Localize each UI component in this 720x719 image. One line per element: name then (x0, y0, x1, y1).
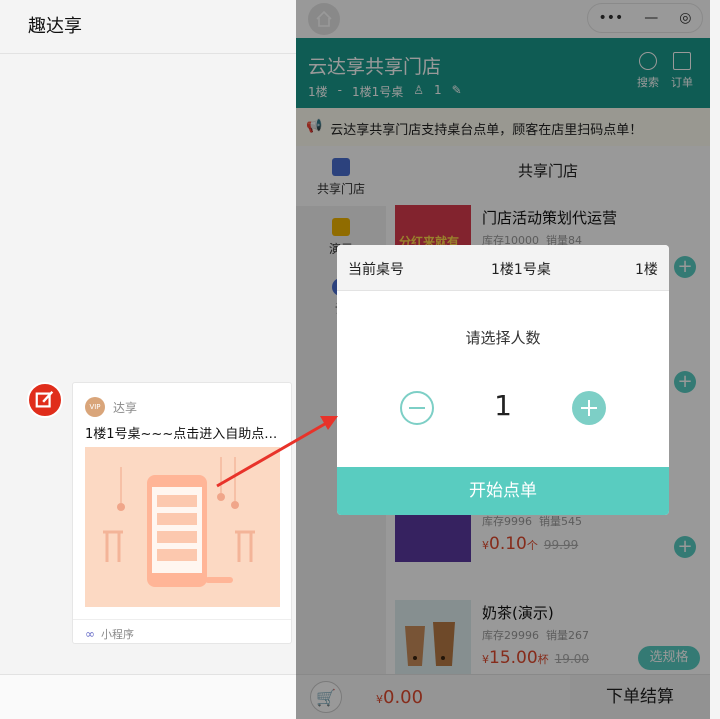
mini-program-card[interactable]: VIP 达享 1楼1号桌~~~点击进入自助点… ∞ 小程序 (72, 382, 292, 644)
card-footer-label: 小程序 (101, 628, 134, 641)
current-floor-value: 1楼 (635, 262, 658, 278)
window-edge (710, 0, 720, 719)
current-table-label: 当前桌号 (348, 262, 404, 278)
dialog-prompt: 请选择人数 (465, 329, 541, 347)
card-footer: ∞ 小程序 (73, 619, 291, 642)
card-source-name: 达享 (113, 400, 138, 415)
card-source: VIP 达享 (85, 397, 137, 417)
increase-button[interactable] (572, 391, 606, 425)
start-ordering-button[interactable]: 开始点单 (337, 467, 669, 515)
vip-icon: VIP (85, 397, 105, 417)
mini-program-icon: ∞ (85, 627, 95, 641)
dialog-header: 当前桌号 1楼1号桌 1楼 (337, 245, 669, 291)
card-title: 1楼1号桌~~~点击进入自助点… (85, 427, 278, 442)
chat-pane: 趣达享 VIP 达享 1楼1号桌~~~点击进入自助点… ∞ 小程序 (0, 0, 296, 719)
phone-illustration-icon (103, 457, 255, 587)
card-thumbnail (85, 447, 280, 607)
party-size-dialog: 当前桌号 1楼1号桌 1楼 请选择人数 1 开始点单 (337, 245, 669, 515)
sender-avatar[interactable] (27, 382, 63, 418)
chat-input-bar[interactable] (0, 674, 296, 719)
party-size-value: 1 (494, 389, 512, 422)
chat-title: 趣达享 (0, 0, 296, 54)
decrease-button[interactable] (400, 391, 434, 425)
current-table-value: 1楼1号桌 (491, 262, 551, 278)
brand-logo-icon (35, 390, 54, 408)
